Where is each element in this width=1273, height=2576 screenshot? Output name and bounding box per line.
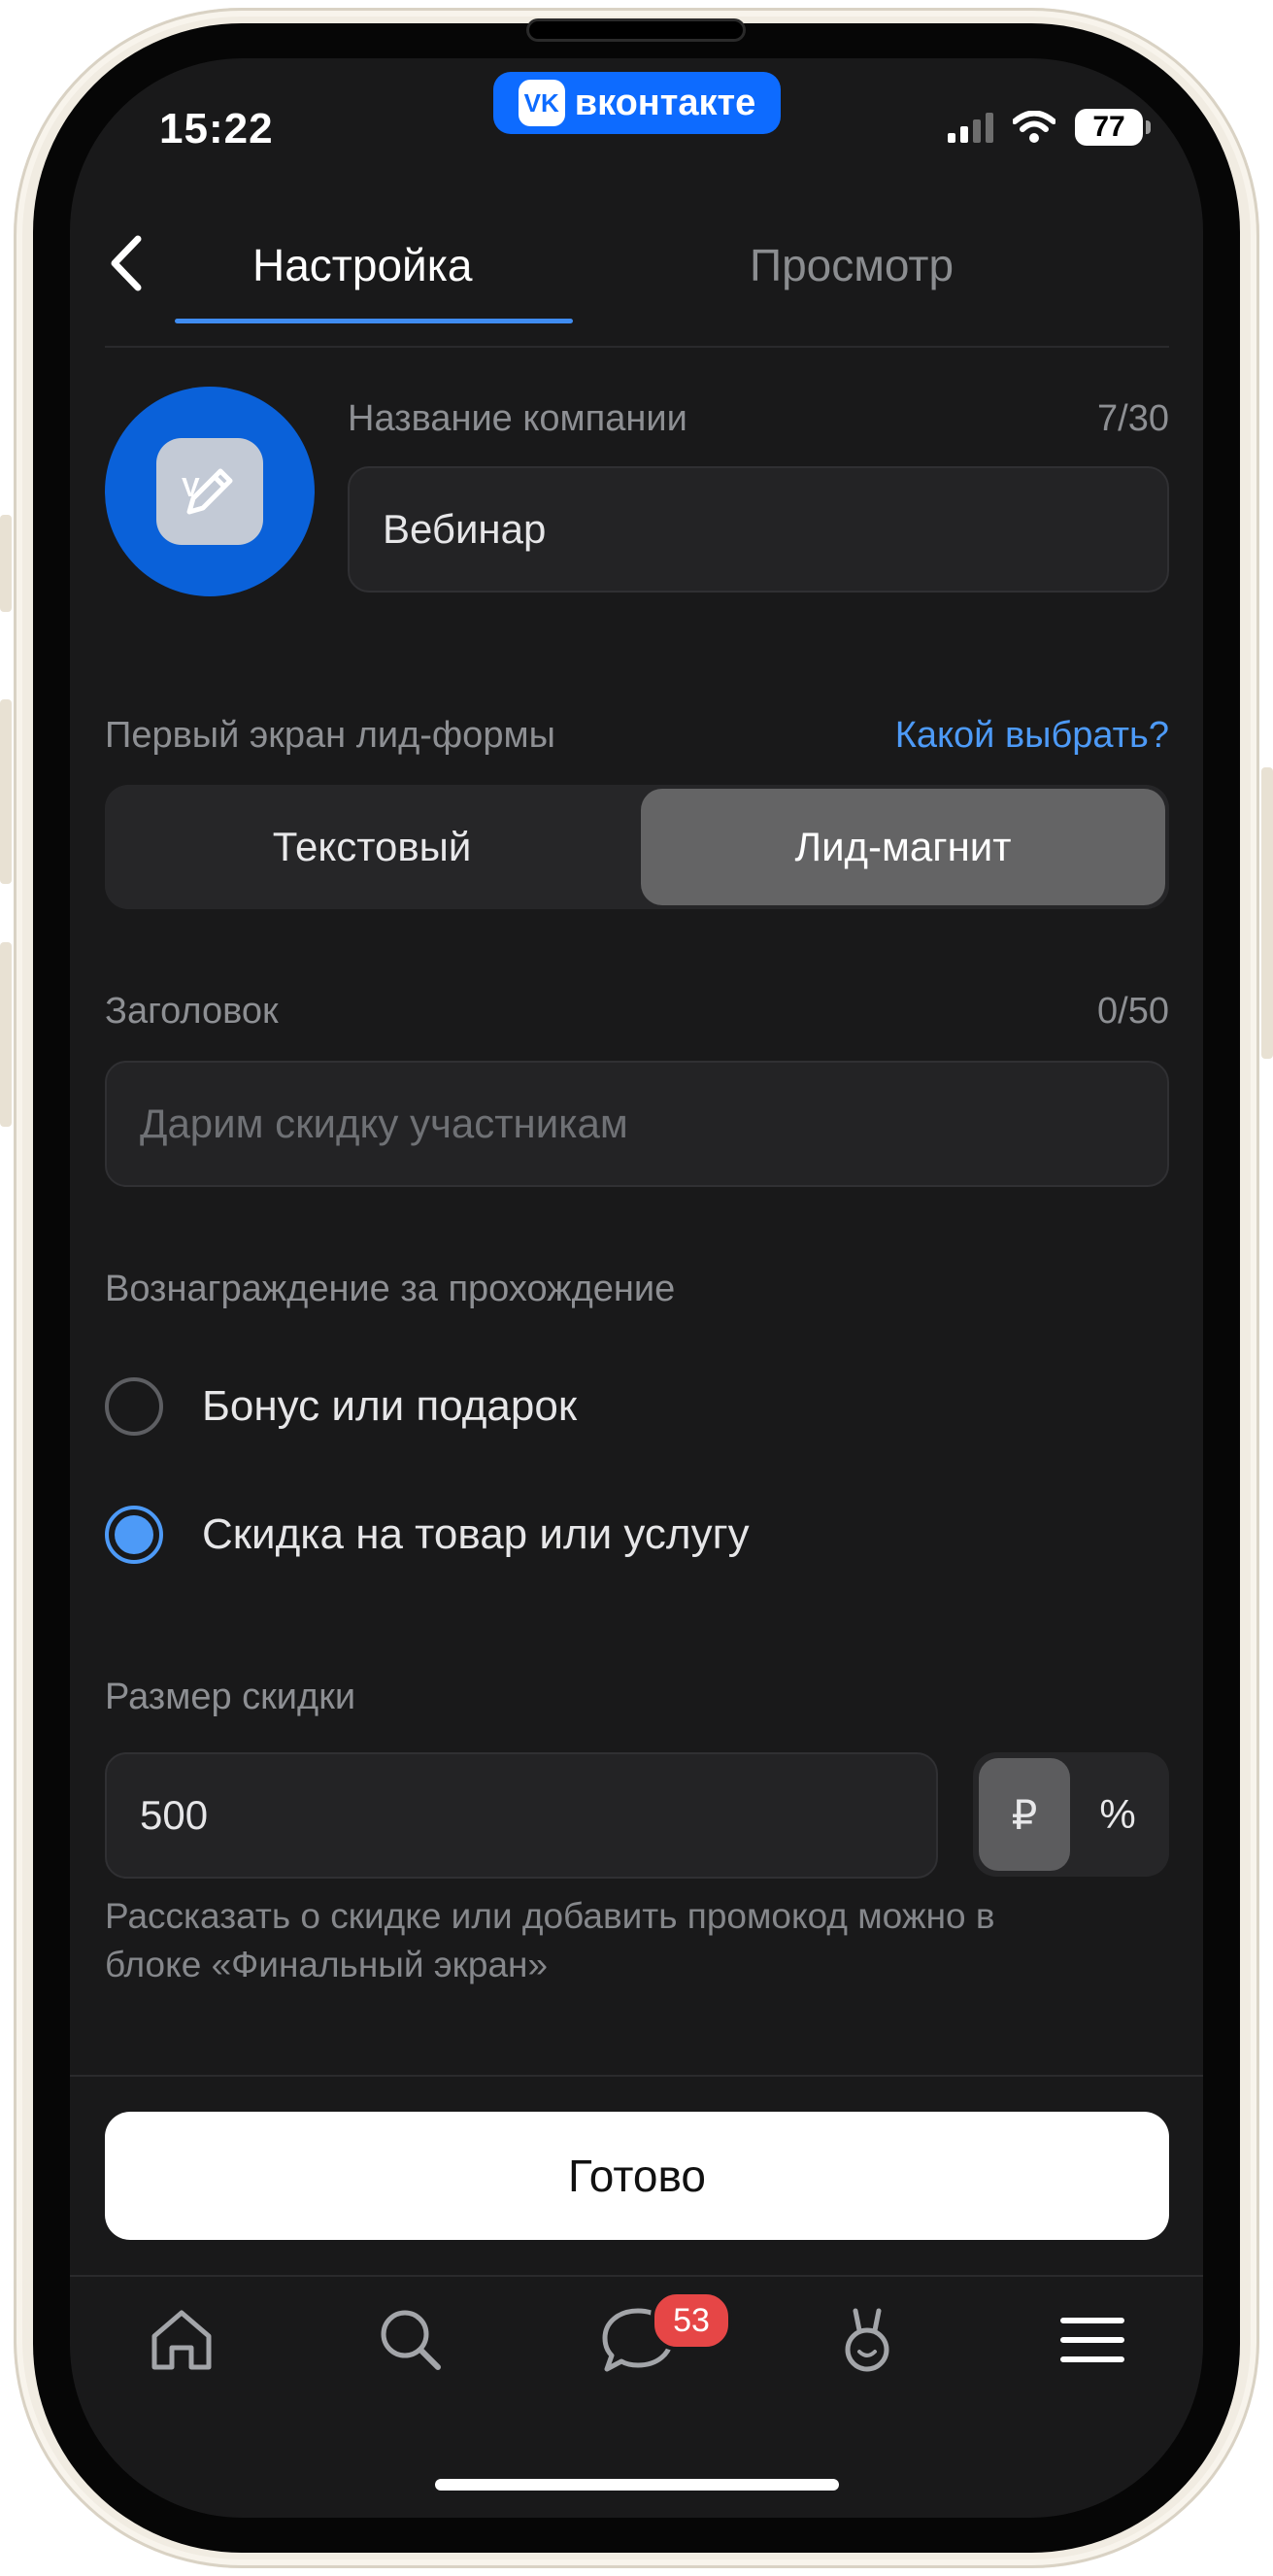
unit-rubles[interactable]: ₽ [979,1758,1070,1871]
tabbar-divider [70,2275,1203,2277]
home-icon [151,2310,212,2370]
discount-hint: Рассказать о скидке или добавить промоко… [105,1896,995,1984]
reward-option-label: Скидка на товар или услугу [202,1510,750,1558]
vk-logo-icon: VK [518,80,565,126]
headline-input[interactable]: Дарим скидку участникам [105,1061,1169,1187]
company-name-counter: 7/30 [1097,398,1169,439]
screen: 15:22 VK вконтакте 77 Настройка Просмотр… [70,58,1203,2518]
first-screen-label: Первый экран лид-формы [105,715,555,756]
pencil-icon: V [182,468,233,515]
messages-badge: 53 [651,2290,732,2351]
footer-divider [70,2075,1203,2077]
done-button[interactable]: Готово [105,2112,1169,2240]
wifi-icon [1013,111,1055,143]
menu-icon [1060,2318,1124,2362]
discount-value-input[interactable]: 500 [105,1752,938,1879]
cellular-signal-icon [948,112,993,143]
battery-indicator: 77 [1075,109,1151,146]
company-name-label: Название компании [348,398,687,439]
back-button[interactable] [99,229,157,297]
tab-settings[interactable]: Настройка [252,239,472,291]
radio-checked-icon[interactable] [105,1506,163,1564]
home-indicator[interactable] [435,2479,839,2491]
reward-label: Вознаграждение за прохождение [105,1269,676,1309]
vk-app-pill[interactable]: VK вконтакте [493,72,781,134]
svg-text:V: V [182,472,200,502]
active-tab-indicator [175,319,573,323]
reward-option-label: Бонус или подарок [202,1382,578,1430]
reward-option-discount[interactable]: Скидка на товар или услугу [105,1506,750,1564]
power-button [1261,767,1273,1059]
silent-switch [0,515,12,612]
segment-text[interactable]: Текстовый [109,789,635,905]
first-screen-segmented-control: Текстовый Лид-магнит [105,785,1169,909]
discount-size-label: Размер скидки [105,1677,356,1717]
tabbar-menu[interactable] [1049,2296,1136,2384]
reward-option-bonus[interactable]: Бонус или подарок [105,1377,577,1436]
tabbar-search[interactable] [367,2296,454,2384]
clips-icon [845,2308,889,2372]
earpiece [529,21,743,39]
company-name-input[interactable]: Вебинар [348,466,1169,593]
status-indicators: 77 [948,109,1151,146]
segment-lead-magnet[interactable]: Лид-магнит [641,789,1165,905]
radio-unchecked-icon[interactable] [105,1377,163,1436]
currency-segmented-control: ₽ % [973,1752,1169,1877]
tabbar-home[interactable] [138,2296,225,2384]
tabbar-clips[interactable] [823,2296,911,2384]
volume-up-button [0,699,12,884]
headline-label: Заголовок [105,991,279,1032]
search-icon [381,2310,441,2370]
chevron-left-icon [111,235,142,291]
avatar-edit-badge: V [156,438,263,545]
unit-percent[interactable]: % [1072,1758,1163,1871]
header-divider [105,346,1169,348]
tab-preview[interactable]: Просмотр [750,239,954,291]
vk-app-name: вконтакте [574,82,756,123]
which-to-choose-link[interactable]: Какой выбрать? [827,715,1169,757]
headline-counter: 0/50 [1097,991,1169,1032]
volume-down-button [0,942,12,1127]
status-time: 15:22 [159,105,274,153]
company-avatar[interactable]: V [105,387,315,596]
